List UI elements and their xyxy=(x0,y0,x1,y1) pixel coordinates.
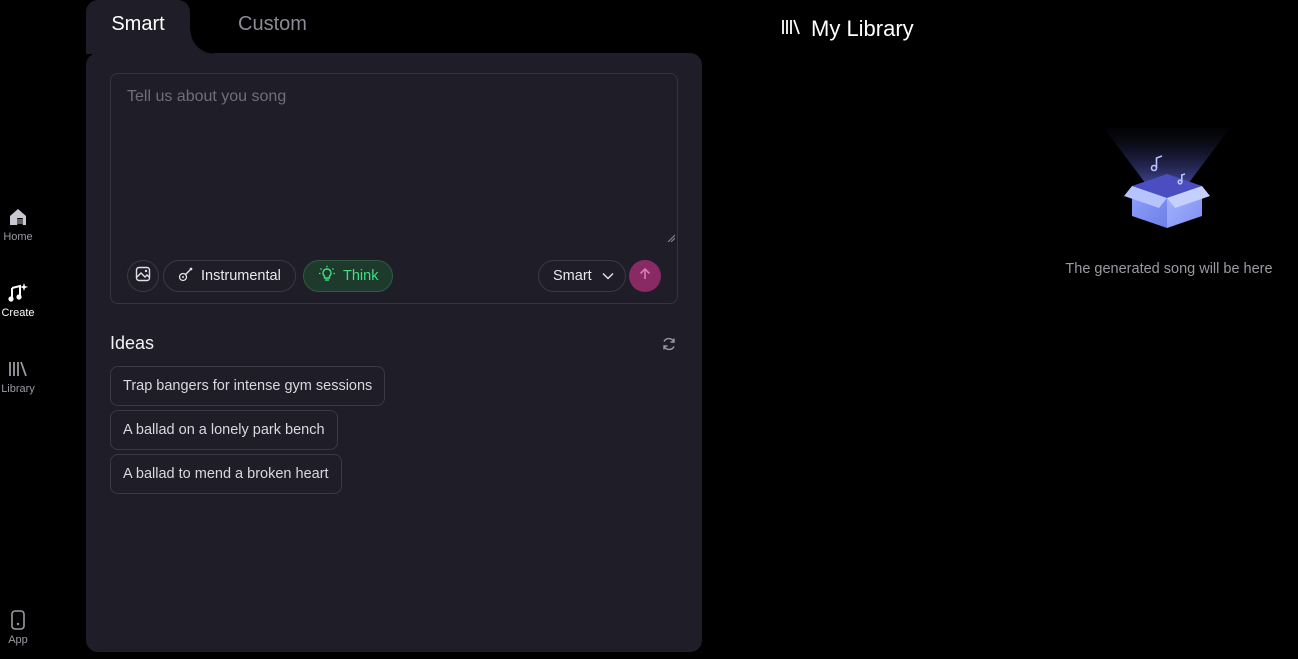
empty-box-icon xyxy=(1104,128,1230,228)
refresh-icon[interactable] xyxy=(661,336,677,352)
sidebar: Home Create Library App xyxy=(0,0,36,659)
library-title: My Library xyxy=(811,16,914,41)
prompt-box: Instrumental Think Smart xyxy=(110,73,678,304)
empty-state-text: The generated song will be here xyxy=(1065,261,1273,277)
think-label: Think xyxy=(343,268,379,284)
idea-chip[interactable]: A ballad on a lonely park bench xyxy=(110,410,338,450)
phone-icon xyxy=(7,609,29,631)
mode-select-value: Smart xyxy=(553,268,592,284)
sidebar-item-app[interactable]: App xyxy=(0,609,36,646)
sidebar-item-label: Create xyxy=(1,307,35,319)
tab-custom[interactable]: Custom xyxy=(238,13,307,36)
chevron-down-icon xyxy=(602,268,614,284)
sidebar-item-label: App xyxy=(8,634,28,646)
ideas-heading: Ideas xyxy=(110,333,155,353)
idea-chip[interactable]: Trap bangers for intense gym sessions xyxy=(110,366,386,406)
mode-select[interactable]: Smart xyxy=(538,260,626,292)
sidebar-item-home[interactable]: Home xyxy=(0,206,36,243)
resize-handle-icon[interactable] xyxy=(667,234,675,242)
arrow-up-icon xyxy=(638,267,652,286)
think-toggle[interactable]: Think xyxy=(303,260,394,292)
image-icon xyxy=(135,266,151,287)
send-button[interactable] xyxy=(629,260,661,292)
library-header: My Library xyxy=(780,16,914,42)
library-icon xyxy=(7,358,29,380)
sidebar-item-create[interactable]: Create xyxy=(0,282,36,319)
idea-chip[interactable]: A ballad to mend a broken heart xyxy=(110,454,342,494)
library-icon xyxy=(780,18,802,41)
lightbulb-icon xyxy=(318,265,336,287)
instrumental-toggle[interactable]: Instrumental xyxy=(163,260,296,292)
song-prompt-input[interactable] xyxy=(127,88,667,238)
home-icon xyxy=(7,206,29,228)
music-sparkle-icon xyxy=(7,282,29,304)
tab-corner xyxy=(190,30,214,54)
guitar-icon xyxy=(178,266,194,286)
sidebar-item-label: Library xyxy=(1,383,35,395)
sidebar-item-label: Home xyxy=(3,231,33,243)
add-image-button[interactable] xyxy=(127,260,159,292)
tab-smart[interactable]: Smart xyxy=(86,0,190,54)
sidebar-item-library[interactable]: Library xyxy=(0,358,36,395)
instrumental-label: Instrumental xyxy=(201,268,281,284)
